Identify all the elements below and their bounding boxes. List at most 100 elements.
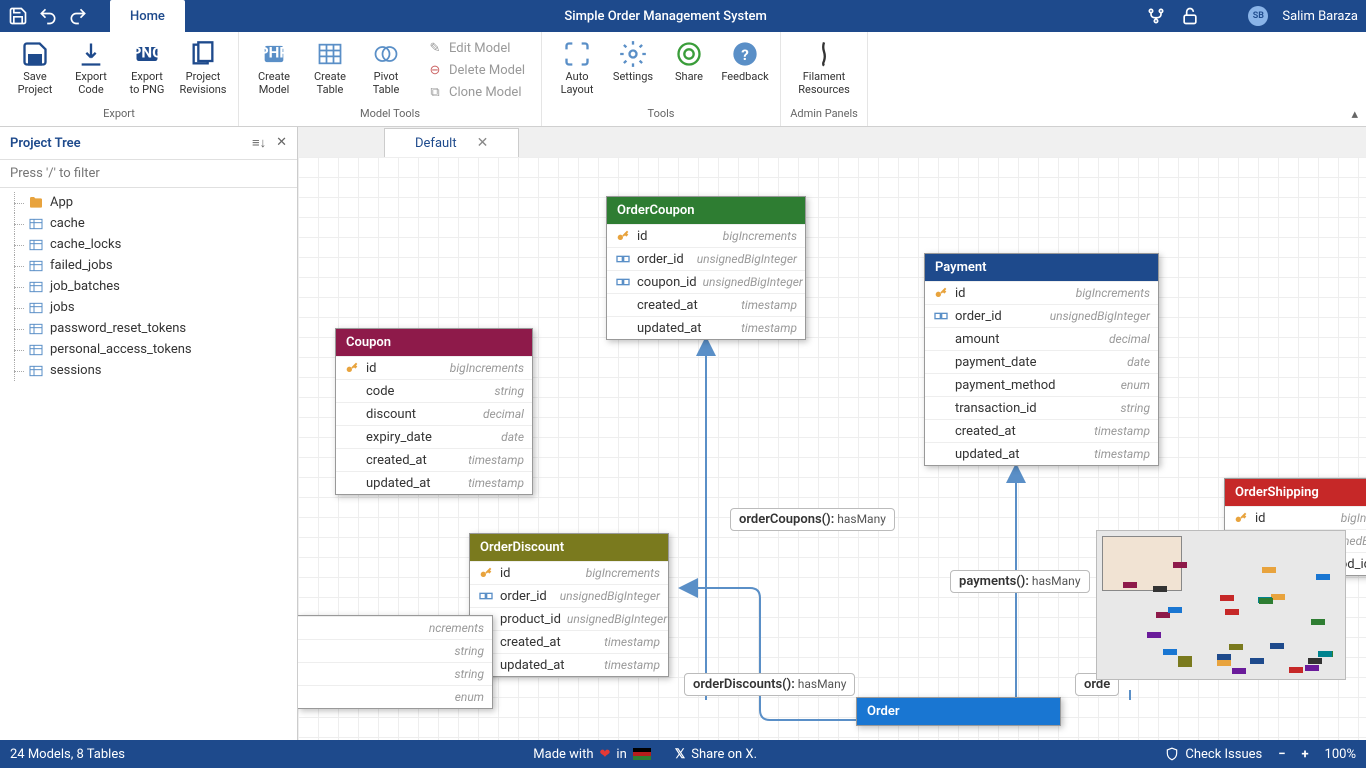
entity-field[interactable]: created_attimestamp [607,293,805,316]
tree-item-personal_access_tokens[interactable]: personal_access_tokens [0,339,297,360]
entity-header[interactable]: OrderCoupon [607,197,805,224]
entity-field[interactable]: updated_attimestamp [925,442,1158,465]
filament-button[interactable]: FilamentResources [789,36,859,105]
user-name[interactable]: Salim Baraza [1282,9,1358,24]
entity-field[interactable]: product_idunsignedBigInteger [470,607,668,630]
entity-field[interactable]: expiry_datedate [336,425,532,448]
tree-item-App[interactable]: App [0,192,297,213]
delete-model-button[interactable]: ⊖Delete Model [419,60,533,82]
entity-field[interactable]: updated_attimestamp [470,653,668,676]
entity-header[interactable]: Payment [925,254,1158,281]
undo-icon[interactable] [38,6,58,26]
sort-icon[interactable]: ≡↓ [252,135,266,151]
entity-field[interactable]: updated_attimestamp [607,316,805,339]
status-text: 24 Models, 8 Tables [10,747,125,762]
entity-field[interactable]: payment_datedate [925,350,1158,373]
entity-field[interactable]: created_attimestamp [336,448,532,471]
entity-header[interactable]: Order [857,698,1060,725]
entity-field[interactable]: idbigIncrements [336,356,532,379]
tree-item-password_reset_tokens[interactable]: password_reset_tokens [0,318,297,339]
edit-model-button[interactable]: ✎Edit Model [419,38,533,60]
entity-coupon[interactable]: CouponidbigIncrementscodestringdiscountd… [335,328,533,495]
relationship-label[interactable]: orderCoupons(): hasMany [730,508,895,531]
zoom-in-button[interactable]: + [1301,747,1308,762]
entity-field[interactable]: idbigIncrements [607,224,805,247]
redo-icon[interactable] [68,6,88,26]
entity-field[interactable]: discountdecimal [336,402,532,425]
tree-item-cache[interactable]: cache [0,213,297,234]
tree-item-sessions[interactable]: sessions [0,360,297,381]
entity-header[interactable]: OrderDiscount [470,534,668,561]
blank-icon [306,643,322,659]
unlock-icon[interactable] [1180,6,1200,26]
field-type: unsignedBigInteger [567,612,667,626]
share-on-x[interactable]: Share on X. [691,747,757,762]
entity-field[interactable]: transaction_idstring [925,396,1158,419]
entity-header[interactable]: Coupon [336,329,532,356]
close-sidebar-icon[interactable]: ✕ [276,135,287,151]
entity-orderdiscount[interactable]: OrderDiscountidbigIncrementsorder_idunsi… [469,533,669,677]
entity-field[interactable]: string [298,639,492,662]
blank-icon [933,354,949,370]
entity-field[interactable]: amountdecimal [925,327,1158,350]
minimap-entity [1229,644,1243,650]
export-png-button[interactable]: PNGExportto PNG [120,36,174,105]
entity-field[interactable]: enum [298,685,492,708]
export-code-button[interactable]: ExportCode [64,36,118,105]
export-group-label: Export [103,105,135,122]
relationship-label[interactable]: payments(): hasMany [950,570,1090,593]
create-table-button[interactable]: CreateTable [303,36,357,105]
entity-header[interactable]: OrderShipping [1225,479,1366,506]
entity-field[interactable]: codestring [336,379,532,402]
tab-home[interactable]: Home [110,0,185,32]
check-issues-button[interactable]: Check Issues [1165,747,1262,762]
canvas-tab[interactable]: Default ✕ [384,128,519,157]
entity-field[interactable]: updated_attimestamp [336,471,532,494]
close-tab-icon[interactable]: ✕ [477,135,489,151]
key-icon [615,228,631,244]
entity-field[interactable]: created_attimestamp [470,630,668,653]
ribbon-collapse-icon[interactable]: ▴ [1351,107,1358,122]
project-revisions-button[interactable]: ProjectRevisions [176,36,230,105]
entity-order[interactable]: Order [856,697,1061,726]
feedback-button[interactable]: ?Feedback [718,36,772,105]
entity-field[interactable]: coupon_idunsignedBigInteger [607,270,805,293]
field-type: string [1120,401,1150,415]
save-icon[interactable] [8,6,28,26]
tree-item-failed_jobs[interactable]: failed_jobs [0,255,297,276]
entity-field[interactable]: idbigIncrements [1225,506,1366,529]
auto-layout-button[interactable]: AutoLayout [550,36,604,105]
tree-item-jobs[interactable]: jobs [0,297,297,318]
relationship-label[interactable]: orderDiscounts(): hasMany [684,673,855,696]
entity-field[interactable]: payment_methodenum [925,373,1158,396]
branch-icon[interactable] [1146,6,1166,26]
svg-text:PNG: PNG [133,44,161,62]
canvas[interactable]: CouponidbigIncrementscodestringdiscountd… [298,157,1366,740]
pivot-table-button[interactable]: PivotTable [359,36,413,105]
entity-field[interactable]: order_idunsignedBigInteger [607,247,805,270]
field-name: coupon_id [637,275,697,290]
save-project-button[interactable]: SaveProject [8,36,62,105]
entity-payment[interactable]: PaymentidbigIncrementsorder_idunsignedBi… [924,253,1159,466]
settings-button[interactable]: Settings [606,36,660,105]
entity-field[interactable]: string [298,662,492,685]
table-icon [28,301,44,315]
entity-field[interactable]: idbigIncrements [925,281,1158,304]
entity-field[interactable]: ncrements [298,616,492,639]
entity-field[interactable]: created_attimestamp [925,419,1158,442]
entity-partial[interactable]: ncrementsstringstringenum [298,615,493,709]
entity-ordercoupon[interactable]: OrderCouponidbigIncrementsorder_idunsign… [606,196,806,340]
share-button[interactable]: Share [662,36,716,105]
filter-input[interactable] [0,160,297,188]
entity-field[interactable]: idbigIncrements [470,561,668,584]
create-model-button[interactable]: PHPCreateModel [247,36,301,105]
entity-field[interactable]: order_idunsignedBigInteger [470,584,668,607]
zoom-out-button[interactable]: − [1278,747,1285,762]
tree-item-job_batches[interactable]: job_batches [0,276,297,297]
avatar[interactable]: SB [1248,6,1268,26]
minimap-viewport[interactable] [1102,536,1182,591]
clone-model-button[interactable]: ⧉Clone Model [419,82,533,104]
entity-field[interactable]: order_idunsignedBigInteger [925,304,1158,327]
tree-item-cache_locks[interactable]: cache_locks [0,234,297,255]
minimap[interactable] [1096,530,1346,680]
